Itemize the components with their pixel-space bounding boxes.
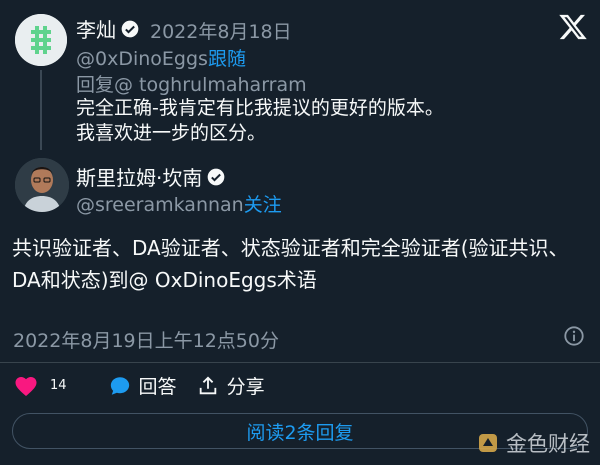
like-button[interactable]: 14 <box>14 375 67 397</box>
verified-badge-icon <box>208 168 225 185</box>
divider <box>0 362 600 363</box>
quoted-tweet-text: 完全正确-我肯定有比我提议的更好的版本。 我喜欢进一步的区分。 <box>76 97 444 144</box>
x-logo-icon[interactable] <box>558 12 588 42</box>
jinse-logo-icon <box>479 434 497 452</box>
verified-badge-icon <box>121 20 139 37</box>
info-icon[interactable] <box>563 325 585 347</box>
follow-button[interactable]: 关注 <box>244 194 282 216</box>
tweet-timestamp[interactable]: 2022年8月19日上午12点50分 <box>13 326 279 353</box>
person-avatar-icon <box>15 158 69 212</box>
main-author-name[interactable]: 斯里拉姆·坎南 <box>76 162 226 191</box>
watermark: 金色财经 <box>476 428 590 458</box>
likes-count: 14 <box>50 378 67 393</box>
main-tweet-text: 共识验证者、DA验证者、状态验证者和完全验证者(验证共识、DA和状态)到@ Ox… <box>12 236 569 292</box>
quoted-author-avatar[interactable] <box>15 14 67 66</box>
main-author-avatar[interactable] <box>15 158 69 212</box>
quoted-date: 2022年8月18日 <box>150 21 292 43</box>
action-bar: 14 回答 分享 <box>14 372 285 399</box>
heart-icon <box>15 376 37 396</box>
pixel-dino-icon <box>15 14 67 66</box>
reply-button[interactable]: 回答 <box>109 372 177 399</box>
quoted-handle[interactable]: @0xDinoEggs跟随 <box>76 44 246 71</box>
reply-bubble-icon <box>110 376 129 395</box>
quoted-reply-to: 回复@ toghrulmaharram <box>76 74 307 96</box>
quoted-author-name[interactable]: 李灿 <box>76 14 140 43</box>
follow-link[interactable]: 跟随 <box>208 48 246 70</box>
thread-line <box>40 70 42 150</box>
main-handle[interactable]: @sreeramkannan关注 <box>76 190 282 217</box>
share-button[interactable]: 分享 <box>197 372 265 399</box>
reply-to-handle[interactable]: toghrulmaharram <box>139 74 307 96</box>
share-icon <box>199 375 216 394</box>
